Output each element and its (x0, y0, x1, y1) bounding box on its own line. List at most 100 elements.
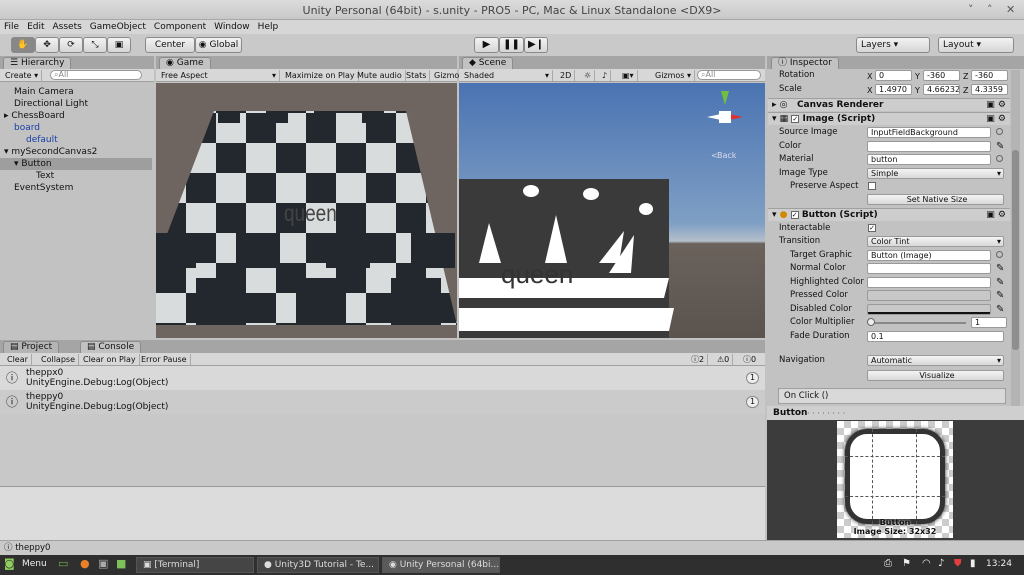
slider-thumb[interactable] (867, 318, 875, 326)
object-picker-icon[interactable] (996, 128, 1003, 135)
mint-menu-icon[interactable]: ◙ (4, 557, 15, 570)
log-filter-toggle[interactable]: ⓘ2 (688, 354, 709, 365)
error-pause-button[interactable]: Error Pause (138, 354, 191, 365)
aspect-dropdown[interactable]: Free Aspect ▾ (158, 70, 280, 81)
color-multiplier-field[interactable]: 1 (971, 317, 1007, 328)
rotation-x-field[interactable]: 0 (875, 70, 912, 81)
preserve-aspect-checkbox[interactable] (868, 182, 876, 190)
fade-duration-field[interactable]: 0.1 (867, 331, 1004, 342)
button-script-header[interactable]: ▾ ● ✓ Button (Script) ▣ ⚙ (768, 208, 1010, 221)
create-dropdown[interactable]: Create ▾ (2, 70, 43, 81)
foldout-icon[interactable]: ▾ (768, 210, 777, 220)
play-button[interactable]: ▶ (474, 37, 499, 53)
rect-tool-icon[interactable]: ▣ (107, 37, 131, 53)
eyedropper-icon[interactable]: ✎ (996, 276, 1004, 289)
source-image-field[interactable]: InputFieldBackground (867, 127, 991, 138)
flag-icon[interactable]: ⚑ (902, 558, 911, 569)
foldout-icon[interactable]: ▸ (768, 100, 777, 110)
image-script-header[interactable]: ▾ ▦ ✓ Image (Script) ▣ ⚙ (768, 112, 1010, 125)
menu-gameobject[interactable]: GameObject (86, 20, 150, 34)
menu-button[interactable]: Menu (22, 559, 47, 569)
menu-file[interactable]: File (0, 20, 23, 34)
scale-y-field[interactable]: 4.66232 (923, 84, 960, 95)
component-settings-icon[interactable]: ▣ ⚙ (986, 113, 1006, 125)
pause-button[interactable]: ❚❚ (499, 37, 524, 53)
effects-dropdown-icon[interactable]: ▣▾ (619, 70, 638, 81)
wifi-icon[interactable]: ◠ (922, 558, 931, 569)
normal-color-swatch[interactable] (867, 263, 991, 274)
highlighted-color-swatch[interactable] (867, 277, 991, 288)
console-detail-area[interactable] (0, 486, 765, 540)
hand-tool-icon[interactable]: ✋ (11, 37, 35, 53)
transition-dropdown[interactable]: Color Tint ▾ (867, 236, 1004, 247)
color-multiplier-slider[interactable] (870, 322, 966, 324)
object-picker-icon[interactable] (996, 155, 1003, 162)
scene-search-input[interactable]: ⌕All (697, 70, 761, 80)
close-icon[interactable]: ✕ (1006, 3, 1015, 16)
step-button[interactable]: ▶❙ (524, 37, 548, 53)
update-shield-icon[interactable]: ⛊ (954, 558, 962, 569)
onclick-event-header[interactable]: On Click () (778, 388, 1006, 404)
image-type-dropdown[interactable]: Simple ▾ (867, 168, 1004, 179)
eyedropper-icon[interactable]: ✎ (996, 262, 1004, 275)
pressed-color-swatch[interactable] (867, 290, 991, 301)
hierarchy-item-directional-light[interactable]: Directional Light (0, 98, 152, 110)
task-unity-tutorial[interactable]: ● Unity3D Tutorial - Te... (257, 557, 379, 573)
stats-toggle[interactable]: Stats (403, 70, 431, 81)
hierarchy-item-chessboard[interactable]: ▸ ChessBoard (0, 110, 152, 122)
layout-dropdown[interactable]: Layout ▾ (938, 37, 1014, 53)
image-enabled-checkbox[interactable]: ✓ (791, 114, 800, 123)
target-graphic-field[interactable]: Button (Image) (867, 250, 991, 261)
menu-help[interactable]: Help (254, 20, 283, 34)
hierarchy-item-eventsystem[interactable]: EventSystem (0, 182, 152, 194)
tab-scene[interactable]: ◆ Scene (462, 57, 514, 69)
pivot-global-button[interactable]: ◉ Global (195, 37, 242, 53)
warning-filter-toggle[interactable]: ⚠0 (714, 354, 734, 365)
tab-project[interactable]: ▤ Project (3, 341, 60, 353)
tab-inspector[interactable]: ⓘ Inspector (771, 57, 839, 69)
menu-component[interactable]: Component (150, 20, 210, 34)
move-tool-icon[interactable]: ✥ (35, 37, 59, 53)
pivot-center-button[interactable]: Center (145, 37, 195, 53)
tab-console[interactable]: ▤ Console (80, 341, 142, 353)
volume-icon[interactable]: ♪ (938, 558, 944, 569)
canvas-renderer-header[interactable]: ▸ ◎ Canvas Renderer ▣ ⚙ (768, 98, 1010, 111)
component-settings-icon[interactable]: ▣ ⚙ (986, 99, 1006, 111)
material-field[interactable]: button (867, 154, 991, 165)
navigation-dropdown[interactable]: Automatic ▾ (867, 355, 1004, 366)
eyedropper-icon[interactable]: ✎ (996, 140, 1004, 153)
audio-toggle-icon[interactable]: ♪ (599, 70, 612, 81)
menu-edit[interactable]: Edit (23, 20, 48, 34)
object-picker-icon[interactable] (996, 251, 1003, 258)
hierarchy-item-board[interactable]: board (0, 122, 152, 134)
maximize-on-play-toggle[interactable]: Maximize on Play (282, 70, 359, 81)
component-settings-icon[interactable]: ▣ ⚙ (986, 209, 1006, 221)
battery-icon[interactable]: ▮ (970, 558, 976, 569)
disabled-color-swatch[interactable] (867, 304, 991, 315)
eyedropper-icon[interactable]: ✎ (996, 289, 1004, 302)
error-filter-toggle[interactable]: ⓘ0 (740, 354, 759, 365)
rotation-z-field[interactable]: -360 (971, 70, 1008, 81)
maximize-icon[interactable]: ˄ (987, 3, 993, 16)
hierarchy-item-default[interactable]: default (0, 134, 152, 146)
scene-viewport[interactable]: queen < Back (459, 83, 765, 338)
scene-gizmos-dropdown[interactable]: Gizmos ▾ (652, 70, 696, 81)
menu-window[interactable]: Window (210, 20, 254, 34)
lighting-toggle-icon[interactable]: ☼ (581, 70, 596, 81)
desktop-icon[interactable]: ▭ (58, 557, 68, 570)
folder-icon[interactable]: ■ (116, 557, 126, 570)
game-gizmos-toggle[interactable]: Gizmo (431, 70, 462, 81)
hierarchy-item-mysecondcanvas2[interactable]: ▾ mySecondCanvas2 (0, 146, 152, 158)
interactable-checkbox[interactable]: ✓ (868, 224, 876, 232)
collapse-button[interactable]: Collapse (38, 354, 79, 365)
minimize-icon[interactable]: ˅ (968, 3, 974, 16)
firefox-icon[interactable]: ● (80, 557, 90, 570)
button-enabled-checkbox[interactable]: ✓ (790, 210, 799, 219)
console-entry[interactable]: ⓘ theppx0 UnityEngine.Debug:Log(Object) … (0, 366, 765, 390)
task-unity-personal[interactable]: ◉ Unity Personal (64bi... (382, 557, 500, 573)
toggle-2d-button[interactable]: 2D (557, 70, 576, 81)
game-viewport[interactable]: queen (156, 83, 457, 338)
set-native-size-button[interactable]: Set Native Size (867, 194, 1004, 205)
eyedropper-icon[interactable]: ✎ (996, 303, 1004, 316)
task-terminal[interactable]: ▣ [Terminal] (136, 557, 254, 573)
